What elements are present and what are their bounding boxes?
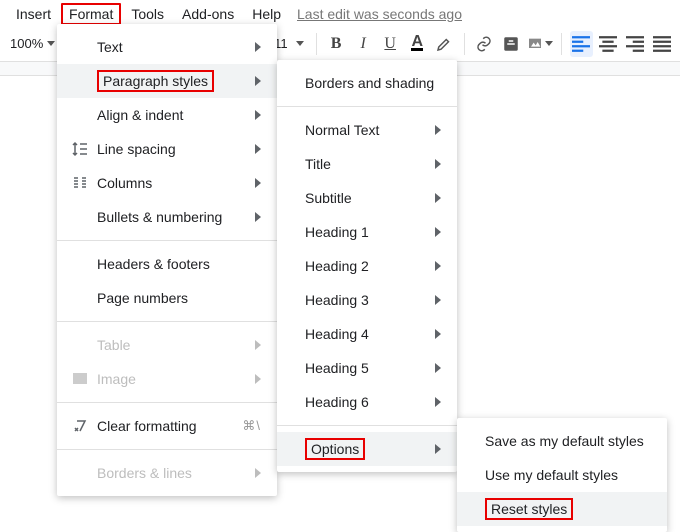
- menu-save-default-styles[interactable]: Save as my default styles: [457, 424, 667, 458]
- submenu-arrow-icon: [255, 76, 261, 86]
- image-button[interactable]: [527, 31, 553, 57]
- menu-separator: [277, 106, 457, 107]
- menu-options[interactable]: Options: [277, 432, 457, 466]
- menu-subtitle[interactable]: Subtitle: [277, 181, 457, 215]
- comment-button[interactable]: [500, 31, 523, 57]
- menu-format[interactable]: Format: [61, 3, 121, 25]
- link-button[interactable]: [473, 31, 496, 57]
- menu-columns[interactable]: Columns: [57, 166, 277, 200]
- image-icon: [69, 371, 91, 387]
- submenu-arrow-icon: [435, 329, 441, 339]
- columns-icon: [69, 175, 91, 191]
- submenu-arrow-icon: [435, 295, 441, 305]
- options-submenu: Save as my default styles Use my default…: [457, 418, 667, 532]
- comment-icon: [502, 35, 520, 53]
- submenu-arrow-icon: [255, 178, 261, 188]
- menu-heading-6[interactable]: Heading 6: [277, 385, 457, 419]
- menu-bullets-numbering[interactable]: Bullets & numbering: [57, 200, 277, 234]
- submenu-arrow-icon: [435, 125, 441, 135]
- menu-borders-lines: Borders & lines: [57, 456, 277, 490]
- link-icon: [475, 35, 493, 53]
- menu-image: Image: [57, 362, 277, 396]
- zoom-value: 100%: [10, 36, 43, 51]
- submenu-arrow-icon: [255, 374, 261, 384]
- menu-use-default-styles[interactable]: Use my default styles: [457, 458, 667, 492]
- underline-button[interactable]: U: [379, 31, 402, 57]
- menubar: Insert Format Tools Add-ons Help Last ed…: [0, 0, 680, 26]
- zoom-dropdown[interactable]: 100%: [6, 36, 59, 51]
- submenu-arrow-icon: [255, 42, 261, 52]
- submenu-arrow-icon: [435, 261, 441, 271]
- edit-status[interactable]: Last edit was seconds ago: [297, 6, 462, 22]
- submenu-arrow-icon: [435, 444, 441, 454]
- paragraph-styles-submenu: Borders and shading Normal Text Title Su…: [277, 60, 457, 472]
- menu-headers-footers[interactable]: Headers & footers: [57, 247, 277, 281]
- menu-page-numbers[interactable]: Page numbers: [57, 281, 277, 315]
- chevron-down-icon: [47, 41, 55, 46]
- format-dropdown: Text Paragraph styles Align & indent Lin…: [57, 24, 277, 496]
- text-color-button[interactable]: A: [406, 31, 429, 57]
- menu-normal-text[interactable]: Normal Text: [277, 113, 457, 147]
- menu-title[interactable]: Title: [277, 147, 457, 181]
- menu-reset-styles[interactable]: Reset styles: [457, 492, 667, 526]
- align-right-icon: [626, 35, 644, 53]
- submenu-arrow-icon: [435, 363, 441, 373]
- submenu-arrow-icon: [255, 110, 261, 120]
- submenu-arrow-icon: [255, 340, 261, 350]
- submenu-arrow-icon: [255, 212, 261, 222]
- menu-separator: [277, 425, 457, 426]
- shortcut-label: ⌘\: [242, 418, 261, 434]
- highlighter-icon: [435, 35, 453, 53]
- align-left-icon: [572, 35, 590, 53]
- menu-separator: [57, 449, 277, 450]
- menu-paragraph-styles[interactable]: Paragraph styles: [57, 64, 277, 98]
- menu-line-spacing[interactable]: Line spacing: [57, 132, 277, 166]
- submenu-arrow-icon: [435, 227, 441, 237]
- menu-insert[interactable]: Insert: [8, 3, 59, 25]
- submenu-arrow-icon: [435, 159, 441, 169]
- align-center-icon: [599, 35, 617, 53]
- menu-tools[interactable]: Tools: [123, 3, 172, 25]
- toolbar-separator: [561, 33, 562, 55]
- menu-text[interactable]: Text: [57, 30, 277, 64]
- chevron-down-icon: [296, 41, 304, 46]
- menu-separator: [57, 402, 277, 403]
- submenu-arrow-icon: [435, 397, 441, 407]
- menu-borders-shading[interactable]: Borders and shading: [277, 66, 457, 100]
- menu-separator: [57, 321, 277, 322]
- image-icon: [527, 35, 543, 53]
- menu-heading-2[interactable]: Heading 2: [277, 249, 457, 283]
- menu-separator: [57, 240, 277, 241]
- menu-clear-formatting[interactable]: Clear formatting ⌘\: [57, 409, 277, 443]
- chevron-down-icon: [545, 41, 553, 46]
- submenu-arrow-icon: [255, 468, 261, 478]
- menu-table: Table: [57, 328, 277, 362]
- align-center-button[interactable]: [597, 31, 620, 57]
- toolbar-separator: [464, 33, 465, 55]
- align-right-button[interactable]: [624, 31, 647, 57]
- menu-heading-4[interactable]: Heading 4: [277, 317, 457, 351]
- align-left-button[interactable]: [570, 31, 593, 57]
- bold-button[interactable]: B: [325, 31, 348, 57]
- menu-heading-3[interactable]: Heading 3: [277, 283, 457, 317]
- clear-formatting-icon: [69, 418, 91, 434]
- align-justify-icon: [653, 35, 671, 53]
- toolbar-separator: [316, 33, 317, 55]
- menu-addons[interactable]: Add-ons: [174, 3, 242, 25]
- highlight-button[interactable]: [433, 31, 456, 57]
- menu-align-indent[interactable]: Align & indent: [57, 98, 277, 132]
- menu-heading-5[interactable]: Heading 5: [277, 351, 457, 385]
- menu-help[interactable]: Help: [244, 3, 289, 25]
- menu-heading-1[interactable]: Heading 1: [277, 215, 457, 249]
- line-spacing-icon: [69, 141, 91, 157]
- align-justify-button[interactable]: [651, 31, 674, 57]
- italic-button[interactable]: I: [352, 31, 375, 57]
- submenu-arrow-icon: [435, 193, 441, 203]
- submenu-arrow-icon: [255, 144, 261, 154]
